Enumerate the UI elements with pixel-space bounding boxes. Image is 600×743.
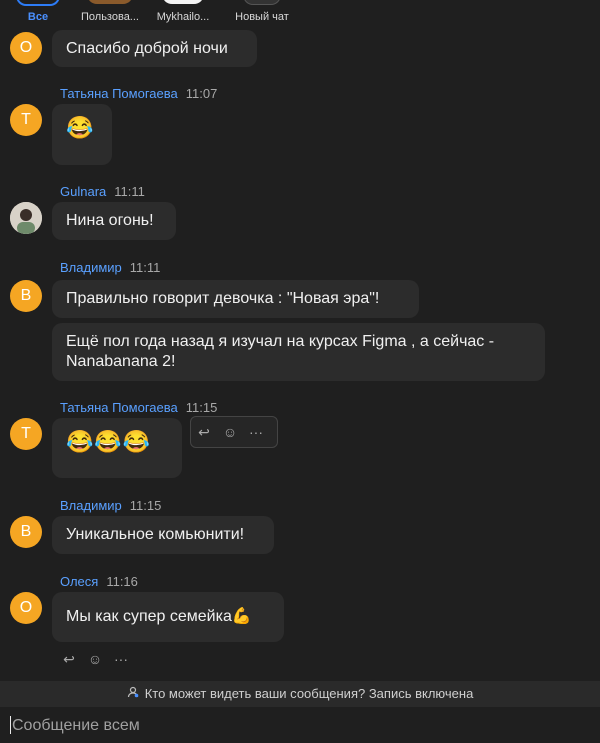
reply-icon[interactable]: ↩︎ — [192, 420, 216, 444]
more-icon[interactable]: ··· — [244, 420, 268, 444]
avatar[interactable]: В — [10, 516, 42, 548]
message-bubble[interactable]: 😂😂😂 — [52, 418, 182, 478]
tab-users[interactable]: Пользова... — [78, 0, 142, 30]
new-chat-icon — [243, 0, 281, 5]
message-header: Владимир 11:15 — [60, 498, 161, 513]
sender-name[interactable]: Татьяна Помогаева — [60, 400, 178, 415]
sender-name[interactable]: Gulnara — [60, 184, 106, 199]
message-header: Татьяна Помогаева 11:15 — [60, 400, 217, 415]
message-time: 11:15 — [185, 400, 218, 415]
person-lock-icon — [127, 681, 139, 707]
avatar[interactable]: Т — [10, 418, 42, 450]
recording-notice-text: Кто может видеть ваши сообщения? Запись … — [144, 686, 474, 701]
chat-tab-strip: Все Пользова... Mykhailo... Новый чат — [0, 0, 600, 30]
message-composer — [0, 707, 600, 743]
photo-avatar[interactable] — [10, 202, 42, 234]
message-header: Gulnara 11:11 — [60, 184, 145, 199]
recording-notice[interactable]: Кто может видеть ваши сообщения? Запись … — [0, 681, 600, 707]
add-reaction-icon[interactable]: ☺︎ — [83, 647, 107, 671]
message-bubble[interactable]: Правильно говорит девочка : "Новая эра"! — [52, 280, 419, 318]
message-input[interactable] — [10, 711, 574, 741]
tab-users-label: Пользова... — [81, 11, 139, 23]
tab-new-chat-label: Новый чат — [235, 11, 289, 23]
tab-all-icon — [16, 0, 60, 6]
avatar[interactable]: О — [10, 592, 42, 624]
message-header: Владимир 11:11 — [60, 260, 160, 275]
chat-message-list[interactable]: О Спасибо доброй ночи Татьяна Помогаева 1… — [0, 30, 600, 681]
message-time: 11:16 — [106, 574, 138, 589]
sender-name[interactable]: Татьяна Помогаева — [60, 86, 178, 101]
tab-mykhailo[interactable]: Mykhailo... — [150, 0, 216, 30]
message-text-line: Ещё пол года назад я изучал на курсах Fi… — [66, 333, 495, 350]
message-bubble[interactable]: Спасибо доброй ночи — [52, 30, 257, 67]
message-time: 11:11 — [129, 260, 161, 275]
message-bubble[interactable]: Ещё пол года назад я изучал на курсах Fi… — [52, 323, 545, 381]
tab-all-label: Все — [27, 11, 49, 23]
message-bubble[interactable]: Мы как супер семейка💪 — [52, 592, 284, 642]
sender-name[interactable]: Владимир — [60, 260, 122, 275]
add-reaction-icon[interactable]: ☺︎ — [218, 420, 242, 444]
message-time: 11:11 — [114, 184, 145, 199]
reply-icon[interactable]: ↩︎ — [57, 647, 81, 671]
message-bubble[interactable]: Нина огонь! — [52, 202, 176, 240]
tab-all[interactable]: Все — [14, 0, 62, 30]
text-caret — [10, 716, 11, 734]
tab-new-chat[interactable]: Новый чат — [228, 0, 296, 30]
tab-mykhailo-label: Mykhailo... — [156, 11, 210, 23]
message-actions: ↩︎ ☺︎ ··· — [190, 416, 278, 448]
message-time: 11:07 — [185, 86, 218, 101]
sender-name[interactable]: Олеся — [60, 574, 98, 589]
avatar[interactable]: Т — [10, 104, 42, 136]
tab-users-icon — [87, 0, 133, 4]
avatar[interactable]: В — [10, 280, 42, 312]
message-header: Татьяна Помогаева 11:07 — [60, 86, 217, 101]
message-actions: ↩︎ ☺︎ ··· — [56, 644, 142, 674]
message-bubble[interactable]: 😂 — [52, 104, 112, 165]
avatar[interactable]: О — [10, 32, 42, 64]
tab-mykhailo-avatar — [162, 0, 204, 4]
sender-name[interactable]: Владимир — [60, 498, 122, 513]
message-header: Олеся 11:16 — [60, 574, 138, 589]
user-photo-icon — [10, 202, 42, 234]
message-bubble[interactable]: Уникальное комьюнити! — [52, 516, 274, 554]
message-text-line: Nanabanana 2! — [66, 353, 176, 370]
more-icon[interactable]: ··· — [109, 647, 133, 671]
message-time: 11:15 — [129, 498, 162, 513]
